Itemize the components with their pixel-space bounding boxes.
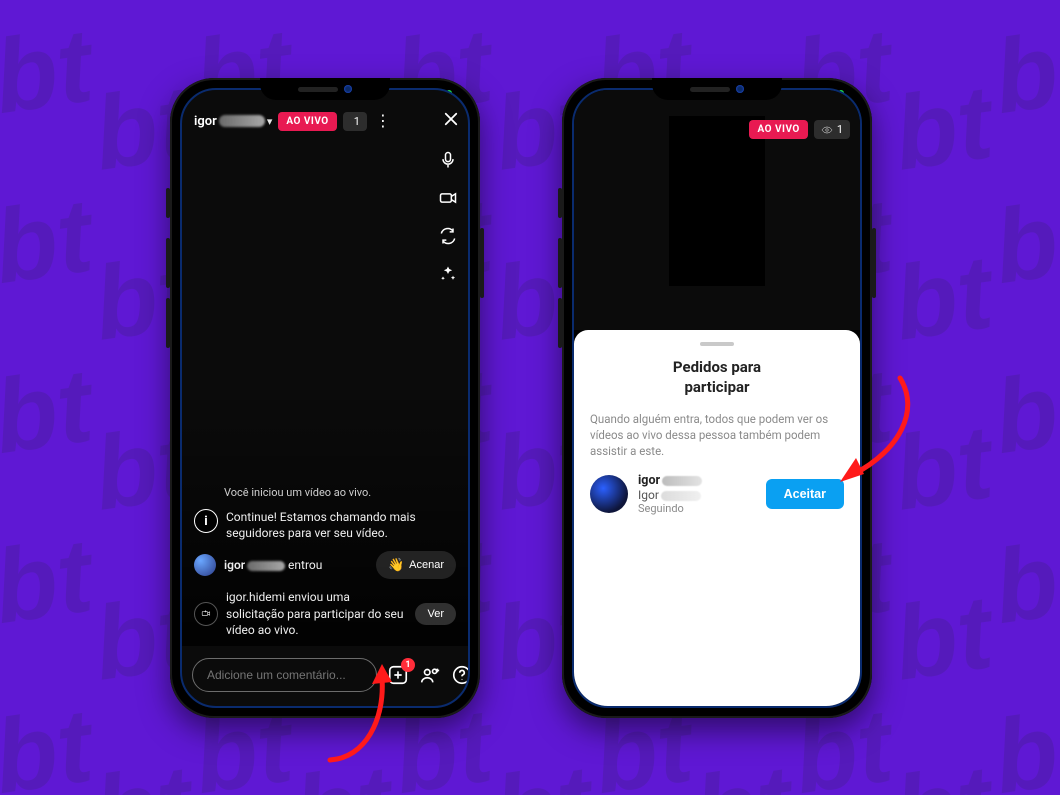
feed-join-row: igor entrou 👋 Acenar bbox=[194, 551, 456, 579]
wave-emoji-icon: 👋 bbox=[388, 557, 404, 573]
feed-info-row: i Continue! Estamos chamando mais seguid… bbox=[194, 509, 456, 541]
feed-request-row: igor.hidemi enviou uma solicitação para … bbox=[194, 589, 456, 638]
phone-frame-right: AO VIVO 1 Pedidos para participar Quando… bbox=[562, 78, 872, 718]
join-request-icon bbox=[194, 602, 218, 626]
info-icon: i bbox=[194, 509, 218, 533]
system-started-line: Você iniciou um vídeo ao vivo. bbox=[194, 486, 456, 499]
live-preview-thumbnail bbox=[669, 116, 765, 286]
request-row: igor Igor Seguindo Aceitar bbox=[590, 473, 844, 515]
live-broadcast-screen: igor▾ AO VIVO 1 ⋮ bbox=[180, 88, 470, 708]
sheet-title: Pedidos para participar bbox=[642, 358, 792, 397]
eye-icon bbox=[821, 124, 833, 136]
questions-button[interactable] bbox=[451, 664, 470, 686]
requester-avatar[interactable] bbox=[590, 475, 628, 513]
phone-frame-left: igor▾ AO VIVO 1 ⋮ bbox=[170, 78, 480, 718]
sheet-grabber[interactable] bbox=[700, 342, 734, 346]
live-preview-backdrop: AO VIVO 1 bbox=[574, 90, 860, 330]
chevron-down-icon[interactable]: ▾ bbox=[267, 115, 273, 128]
live-bottom-bar: 1 bbox=[182, 658, 468, 692]
viewer-count-pill[interactable]: 1 bbox=[343, 112, 367, 131]
phone-notch bbox=[652, 78, 782, 100]
live-tool-column bbox=[438, 150, 458, 288]
following-label: Seguindo bbox=[638, 502, 756, 515]
displayname-redacted bbox=[661, 491, 701, 501]
live-badge: AO VIVO bbox=[278, 112, 336, 131]
more-options-icon[interactable]: ⋮ bbox=[373, 113, 393, 129]
viewer-avatar bbox=[194, 554, 216, 576]
view-request-button[interactable]: Ver bbox=[415, 603, 456, 625]
microphone-icon[interactable] bbox=[438, 150, 458, 174]
join-requests-sheet: Pedidos para participar Quando alguém en… bbox=[574, 330, 860, 706]
effects-sparkle-icon[interactable] bbox=[438, 264, 458, 288]
sheet-hint: Quando alguém entra, todos que podem ver… bbox=[590, 411, 844, 459]
live-badge: AO VIVO bbox=[749, 120, 807, 139]
viewer-count-pill[interactable]: 1 bbox=[814, 120, 850, 139]
requests-sheet-screen: AO VIVO 1 Pedidos para participar Quando… bbox=[572, 88, 862, 708]
comment-input[interactable] bbox=[192, 658, 377, 692]
wave-button[interactable]: 👋 Acenar bbox=[376, 551, 456, 579]
close-icon bbox=[442, 110, 460, 128]
live-activity-feed: Você iniciou um vídeo ao vivo. i Continu… bbox=[182, 486, 468, 646]
switch-camera-icon[interactable] bbox=[438, 226, 458, 250]
username-redacted bbox=[662, 476, 702, 486]
add-media-button[interactable]: 1 bbox=[387, 664, 409, 686]
broadcaster-username[interactable]: igor▾ bbox=[194, 114, 272, 129]
camera-toggle-icon[interactable] bbox=[438, 188, 458, 212]
phone-notch bbox=[260, 78, 390, 100]
invite-guests-button[interactable] bbox=[419, 664, 441, 686]
close-live-button[interactable] bbox=[442, 110, 460, 132]
username-redacted bbox=[219, 115, 265, 127]
request-count-badge: 1 bbox=[401, 658, 415, 672]
accept-request-button[interactable]: Aceitar bbox=[766, 479, 844, 509]
